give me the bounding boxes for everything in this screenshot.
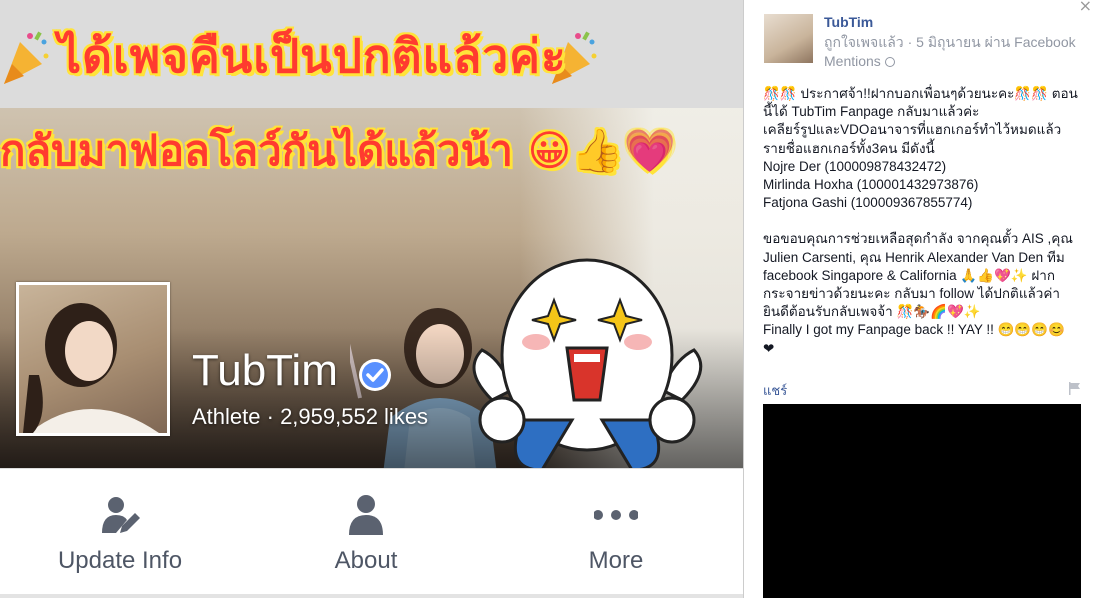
globe-icon	[884, 57, 895, 67]
party-popper-icon	[4, 31, 49, 84]
update-info-label: Update Info	[57, 547, 183, 574]
profile-picture[interactable]	[16, 282, 170, 436]
flag-icon[interactable]	[1069, 382, 1081, 395]
post-line: Finally I got my Fanpage back !! YAY !! …	[763, 322, 1065, 338]
post-line: Fatjona Gashi (100009367855774)	[763, 195, 973, 211]
close-icon[interactable]: ×	[1079, 0, 1092, 15]
profile-person-figure	[23, 303, 159, 433]
shared-video[interactable]	[763, 404, 1081, 598]
banner-subheadline: กลับมาฟอลโลว์กันได้แล้วน้า 😀👍💗	[0, 126, 676, 175]
more-label: More	[588, 547, 644, 574]
person-icon	[349, 495, 383, 535]
post-line: เคลียร์รูปและVDOอนาจารที่แฮกเกอร์ทำไว้หม…	[763, 122, 1062, 138]
more-dots-icon	[594, 510, 638, 520]
share-link[interactable]: แชร์	[763, 380, 787, 401]
page-header-screenshot: ได้เพจคืนเป็นปกติแล้วค่ะ กลับมาฟอลโลว์กั…	[0, 0, 743, 598]
excited-sticker	[472, 258, 703, 470]
share-row: แชร์	[763, 380, 1081, 400]
post-line: ❤	[763, 340, 775, 356]
avatar[interactable]	[764, 14, 813, 63]
post-author-link[interactable]: TubTim	[824, 14, 873, 30]
about-label: About	[334, 547, 398, 574]
more-button[interactable]: More	[496, 469, 736, 595]
banner-headline: ได้เพจคืนเป็นปกติแล้วค่ะ	[58, 29, 567, 83]
page-likes: 2,959,552 likes	[280, 404, 429, 429]
verified-badge-icon	[359, 359, 391, 391]
page-category: Athlete	[192, 404, 261, 429]
edit-user-icon	[102, 497, 140, 533]
post-body: 🎊🎊 ประกาศจ้า!!ฝากบอกเพื่อนๆด้วยนะคะ🎊🎊 ตอ…	[763, 85, 1081, 358]
page-action-bar: Update Info About More	[0, 468, 743, 595]
page-title[interactable]: TubTim	[192, 346, 338, 396]
page-category-likes: Athlete · 2,959,552 likes	[192, 404, 429, 429]
about-button[interactable]: About	[246, 469, 486, 595]
update-info-button[interactable]: Update Info	[0, 469, 240, 595]
post-meta: ถูกใจเพจแล้ว · 5 มิถุนายน ผ่าน Facebook …	[824, 34, 1076, 69]
post-line: Mirlinda Hoxha (100001432973876)	[763, 177, 979, 193]
post-line: ขอขอบคุณการช่วยเหลือสุดกำลัง จากคุณตั้ว …	[763, 231, 1073, 320]
post-line: รายชื่อแฮกเกอร์ทั้ง3คน มีดังนี้	[763, 140, 935, 156]
post-line: 🎊🎊 ประกาศจ้า!!ฝากบอกเพื่อนๆด้วยนะคะ🎊🎊 ตอ…	[763, 86, 1078, 120]
post-line: Nojre Der (100009878432472)	[763, 158, 947, 174]
post-panel: × TubTim ถูกใจเพจแล้ว · 5 มิถุนายน ผ่าน …	[743, 0, 1096, 598]
post-action: ถูกใจเพจแล้ว	[824, 34, 904, 50]
banner-emoji: 😀👍💗	[527, 126, 676, 175]
